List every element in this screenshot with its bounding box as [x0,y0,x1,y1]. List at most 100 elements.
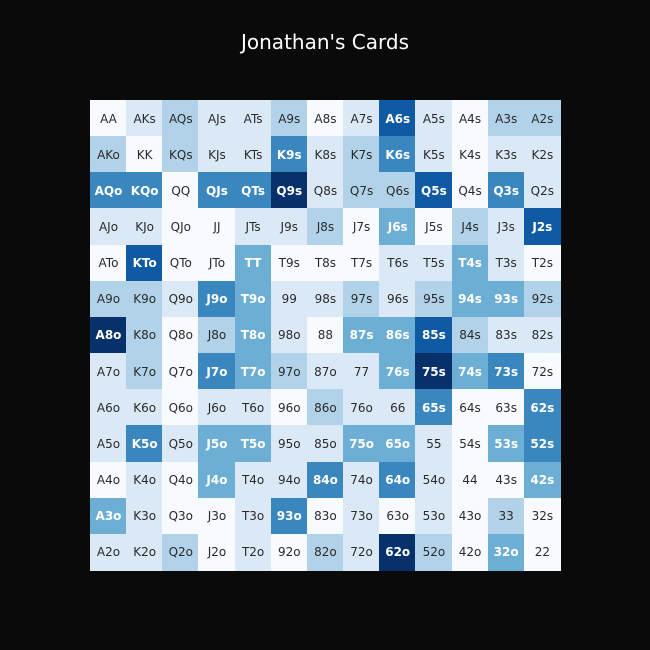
heatmap-cell: K5s [415,136,453,174]
heatmap-cell: 22 [523,533,561,571]
heatmap-cell: 66 [379,389,417,427]
heatmap-cell: AJo [90,208,127,246]
heatmap-cell: 75o [343,425,381,463]
heatmap-cell: A6o [90,389,127,427]
heatmap-cell: 54o [415,461,453,499]
heatmap-cell: Q2o [162,533,200,571]
heatmap-cell: Q9o [162,280,200,318]
heatmap-grid: AA AKs AQs AJs ATs A9s A8s A7s A6s A5s A4s A3s A2s AK… [90,100,561,571]
heatmap-cell: 83o [306,497,344,535]
heatmap-cell: T4s [451,244,489,282]
heatmap-cell: 84s [451,316,489,354]
heatmap-cell: T5s [415,244,453,282]
heatmap-cell: 74o [343,461,381,499]
heatmap-cell: A9s [270,100,308,137]
heatmap-cell: J7o [198,353,236,391]
heatmap-cell: 95s [415,280,453,318]
heatmap-cell: 98s [306,280,344,318]
heatmap-cell: 63o [379,497,417,535]
heatmap-cell: 82s [523,316,561,354]
heatmap-cell: 85s [415,316,453,354]
heatmap-cell: K8o [126,316,164,354]
heatmap-cell: 85o [306,425,344,463]
heatmap-cell: J7s [343,208,381,246]
heatmap-cell: 96s [379,280,417,318]
heatmap-cell: 87s [343,316,381,354]
heatmap-cell: 83s [487,316,525,354]
heatmap-cell: QJo [162,208,200,246]
heatmap-cell: 97s [343,280,381,318]
heatmap-cell: 96o [270,389,308,427]
heatmap-cell: T2s [523,244,561,282]
heatmap-cell: K9o [126,280,164,318]
heatmap-cell: J5s [415,208,453,246]
heatmap-cell: A6s [379,100,417,137]
heatmap-cell: T6s [379,244,417,282]
heatmap-cell: A7s [343,100,381,137]
heatmap-cell: A2o [90,533,127,571]
heatmap-cell: J8o [198,316,236,354]
heatmap-cell: A4o [90,461,127,499]
heatmap-cell: J4o [198,461,236,499]
heatmap-cell: 32o [487,533,525,571]
heatmap-cell: 99 [270,280,308,318]
heatmap-cell: T3s [487,244,525,282]
heatmap-cell: 72o [343,533,381,571]
heatmap-cell: Q8o [162,316,200,354]
heatmap-cell: 92o [270,533,308,571]
heatmap-cell: JTs [234,208,272,246]
heatmap-cell: 52o [415,533,453,571]
heatmap-cell: J9o [198,280,236,318]
heatmap-cell: J6o [198,389,236,427]
heatmap-cell: 74s [451,353,489,391]
heatmap-cell: 73o [343,497,381,535]
heatmap-cell: 65s [415,389,453,427]
heatmap-cell: Q8s [306,172,344,210]
heatmap-cell: A5o [90,425,127,463]
heatmap-cell: J8s [306,208,344,246]
heatmap-cell: J5o [198,425,236,463]
heatmap-cell: 42s [523,461,561,499]
heatmap-cell: KQo [126,172,164,210]
heatmap-cell: 93o [270,497,308,535]
heatmap-cell: T8s [306,244,344,282]
heatmap-cell: K3s [487,136,525,174]
heatmap-cell: ATs [234,100,272,137]
heatmap-cell: 53s [487,425,525,463]
heatmap-cell: AKs [126,100,164,137]
heatmap-cell: KTs [234,136,272,174]
heatmap-cell: A2s [523,100,561,137]
heatmap-cell: T6o [234,389,272,427]
heatmap-cell: Q6s [379,172,417,210]
heatmap-cell: KJs [198,136,236,174]
heatmap-cell: J9s [270,208,308,246]
heatmap-cell: J3o [198,497,236,535]
heatmap-cell: 97o [270,353,308,391]
heatmap-cell: Q5s [415,172,453,210]
heatmap-cell: 32s [523,497,561,535]
heatmap-cell: A5s [415,100,453,137]
heatmap-cell: 52s [523,425,561,463]
heatmap-cell: QQ [162,172,200,210]
heatmap-cell: 62o [379,533,417,571]
heatmap-cell: 84o [306,461,344,499]
heatmap-cell: 63s [487,389,525,427]
heatmap-cell: 55 [415,425,453,463]
heatmap-cell: KTo [126,244,164,282]
heatmap-cell: 82o [306,533,344,571]
heatmap-cell: K7o [126,353,164,391]
heatmap-cell: 43o [451,497,489,535]
heatmap-cell: 33 [487,497,525,535]
heatmap-cell: Q4o [162,461,200,499]
heatmap-cell: 88 [306,316,344,354]
heatmap-cell: J4s [451,208,489,246]
heatmap-cell: KJo [126,208,164,246]
heatmap-cell: J3s [487,208,525,246]
chart-title: Jonathan's Cards [241,30,409,54]
heatmap-cell: JTo [198,244,236,282]
heatmap-cell: 62s [523,389,561,427]
heatmap-cell: Q6o [162,389,200,427]
heatmap-cell: 73s [487,353,525,391]
heatmap-cell: A8o [90,316,127,354]
heatmap-cell: Q5o [162,425,200,463]
